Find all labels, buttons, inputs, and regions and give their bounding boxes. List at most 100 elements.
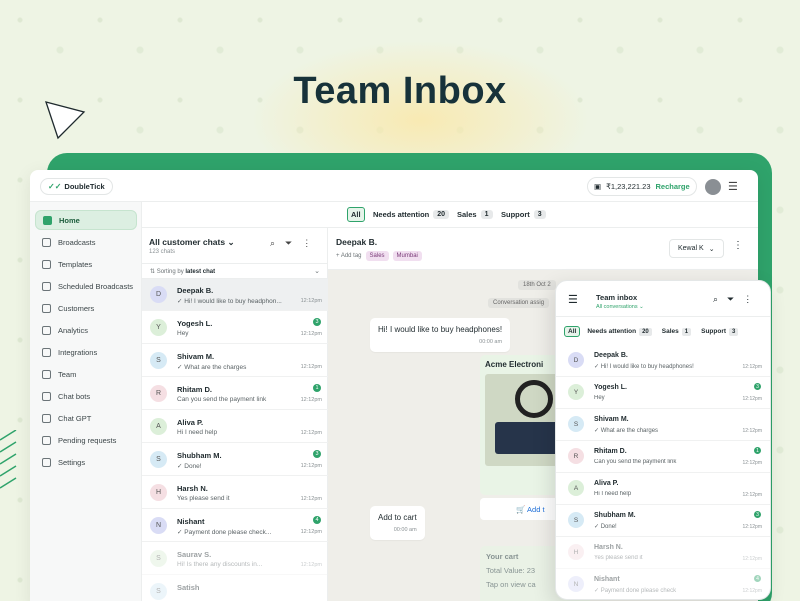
sidebar-item-chat-gpt[interactable]: Chat GPT	[35, 408, 137, 428]
list-item[interactable]: H Harsh N. Yes please send it 12:12pm	[142, 477, 328, 509]
unread-badge: 3	[313, 450, 321, 458]
conversation-header: Deepak B. + Add tag Sales Mumbai Kewal K…	[328, 228, 758, 270]
sidebar-item-chat-bots[interactable]: Chat bots	[35, 386, 137, 406]
avatar: H	[150, 484, 167, 501]
list-item[interactable]: S Satish	[142, 576, 328, 601]
search-icon[interactable]: ⌕	[270, 238, 275, 249]
more-vertical-icon[interactable]: ⋮	[743, 294, 752, 305]
tab-sales[interactable]: Sales 1	[659, 326, 694, 337]
app-header: ✓✓ DoubleTick ▣ ₹1,23,221.23 Recharge ☰	[30, 170, 758, 202]
sidebar-item-customers[interactable]: Customers	[35, 298, 137, 318]
list-item[interactable]: D Deepak B. ✓ Hi! I would like to buy head…	[556, 345, 770, 377]
contact-name: Aliva P.	[594, 480, 619, 487]
tab-all[interactable]: All	[564, 326, 581, 337]
message-time: 12:12pm	[300, 463, 322, 469]
mobile-inbox: ☰ Team inbox All conversations ⌄ ⌕ ⏷ ⋮ A…	[555, 280, 771, 600]
sidebar-item-label: Team	[58, 369, 77, 379]
list-item[interactable]: S Shivam M. ✓ What are the charges 12:12pm	[556, 409, 770, 441]
hourglass-icon	[42, 435, 51, 445]
list-item[interactable]: A Aliva P. Hi I need help 12:12pm	[142, 411, 328, 443]
incoming-message: Hi! I would like to buy headphones! 00:0…	[370, 318, 511, 352]
hamburger-menu-icon[interactable]: ☰	[568, 293, 578, 306]
message-time: 12:12pm	[300, 430, 322, 436]
recharge-link[interactable]: Recharge	[656, 182, 690, 191]
sidebar-item-integrations[interactable]: Integrations	[35, 342, 137, 362]
message-preview: ✓ Done!	[177, 463, 202, 470]
list-item[interactable]: S Saurav S. Hi! Is there any discounts in.…	[142, 543, 328, 575]
mobile-actions: ⌕ ⏷ ⋮	[713, 294, 752, 305]
avatar: S	[568, 416, 584, 432]
message-preview: Hi I need help	[594, 491, 632, 497]
agent-dropdown[interactable]: Kewal K ⌄	[669, 239, 724, 258]
search-icon[interactable]: ⌕	[713, 294, 718, 305]
list-item[interactable]: Y Yogesh L. Hey 12:12pm 3	[556, 377, 770, 409]
list-item[interactable]: S Shubham M. ✓ Done! 12:12pm 3	[556, 505, 770, 537]
message-time: 12:12pm	[300, 562, 322, 568]
tab-label: All	[568, 328, 577, 335]
avatar: H	[568, 544, 584, 560]
analytics-icon	[42, 325, 51, 335]
list-item[interactable]: D Deepak B. ✓ Hi! I would like to buy head…	[142, 279, 328, 311]
tag-sales[interactable]: Sales	[365, 251, 389, 261]
sidebar-item-team[interactable]: Team	[35, 364, 137, 384]
tab-all[interactable]: All	[347, 207, 365, 222]
sidebar-item-label: Integrations	[58, 347, 98, 357]
sidebar-item-pending-requests[interactable]: Pending requests	[35, 430, 137, 450]
filter-icon[interactable]: ⏷	[727, 294, 734, 305]
list-item[interactable]: R Rhitam D. Can you send the payment link 1…	[142, 378, 328, 410]
message-preview: ✓ Hi! I would like to buy headphon...	[177, 298, 282, 305]
message-time: 12:12pm	[300, 397, 322, 403]
more-vertical-icon[interactable]: ⋮	[733, 240, 743, 251]
message-time: 12:12pm	[300, 331, 322, 337]
add-tag-button[interactable]: + Add tag	[336, 253, 362, 259]
sidebar-item-home[interactable]: Home	[35, 210, 137, 230]
sort-bar[interactable]: ⇅ Sorting by latest chat ⌄	[142, 263, 328, 279]
message-time: 12:12pm	[742, 588, 762, 594]
list-item[interactable]: Y Yogesh L. Hey 12:12pm 3	[142, 312, 328, 344]
list-item[interactable]: N Nishant ✓ Payment done please check 12:12…	[556, 569, 770, 599]
message-preview: ✓ What are the charges	[594, 428, 659, 434]
tag-mumbai[interactable]: Mumbai	[392, 251, 422, 261]
chat-list-title-text: All customer chats	[149, 237, 226, 247]
chat-list-title[interactable]: All customer chats ⌄	[149, 237, 235, 248]
unread-badge: 1	[754, 447, 761, 454]
list-item[interactable]: H Harsh N. Yes please send it 12:12pm	[556, 537, 770, 569]
plug-icon	[42, 347, 51, 357]
sidebar-item-settings[interactable]: Settings	[35, 452, 137, 472]
hero-title: Team Inbox	[0, 70, 800, 113]
chat-list: All customer chats ⌄ 123 chats ⌕ ⏷ ⋮ ⇅ S…	[142, 228, 328, 601]
tab-support[interactable]: Support 3	[498, 207, 549, 222]
message-text: Add to cart	[378, 513, 417, 522]
sidebar-item-templates[interactable]: Templates	[35, 254, 137, 274]
list-item[interactable]: N Nishant ✓ Payment done please check... 12…	[142, 510, 328, 542]
sidebar-item-broadcasts[interactable]: Broadcasts	[35, 232, 137, 252]
tab-needs-attention[interactable]: Needs attention 20	[370, 207, 452, 222]
message-preview: Hey	[177, 330, 189, 337]
list-item[interactable]: S Shivam M. ✓ What are the charges 12:12pm	[142, 345, 328, 377]
chevron-down-icon[interactable]: ⌄	[314, 267, 320, 275]
tab-support[interactable]: Support 3	[698, 326, 741, 337]
avatar: S	[150, 550, 167, 567]
message-preview: ✓ Done!	[594, 524, 617, 530]
wallet-balance[interactable]: ▣ ₹1,23,221.23 Recharge	[587, 177, 697, 196]
sort-value: latest chat	[185, 269, 216, 275]
tab-label: All	[351, 210, 361, 219]
sidebar-item-label: Templates	[58, 259, 93, 269]
sidebar-item-analytics[interactable]: Analytics	[35, 320, 137, 340]
tab-label: Sales	[661, 328, 679, 335]
logo[interactable]: ✓✓ DoubleTick	[40, 178, 113, 195]
message-preview: Hi I need help	[177, 429, 218, 436]
more-vertical-icon[interactable]: ⋮	[302, 238, 311, 249]
conversation-filter-dropdown[interactable]: All conversations ⌄	[596, 304, 644, 310]
message-preview: Can you send the payment link	[594, 459, 677, 465]
list-item[interactable]: S Shubham M. ✓ Done! 12:12pm 3	[142, 444, 328, 476]
tab-needs-attention[interactable]: Needs attention 20	[584, 326, 654, 337]
filter-icon[interactable]: ⏷	[285, 238, 292, 249]
sidebar-item-scheduled-broadcasts[interactable]: Scheduled Broadcasts	[35, 276, 137, 296]
list-item[interactable]: R Rhitam D. Can you send the payment link 1…	[556, 441, 770, 473]
sidebar: Home Broadcasts Templates Scheduled Broa…	[30, 202, 142, 601]
tab-sales[interactable]: Sales 1	[454, 207, 496, 222]
list-item[interactable]: A Aliva P. Hi I need help 12:12pm	[556, 473, 770, 505]
hamburger-menu-icon[interactable]: ☰	[728, 180, 738, 193]
avatar[interactable]	[705, 179, 721, 195]
